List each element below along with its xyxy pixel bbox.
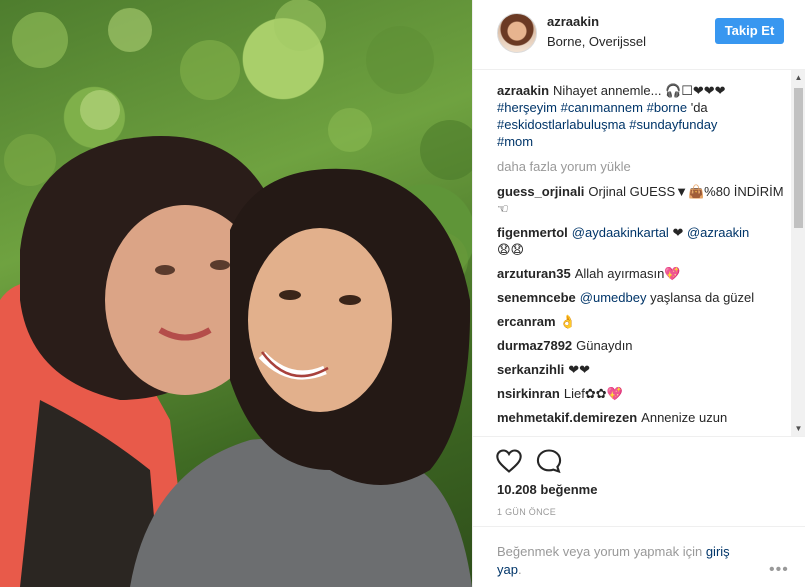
comment-item: arzuturan35 Allah ayırmasın💖	[497, 265, 792, 282]
comment-username[interactable]: arzuturan35	[497, 266, 571, 281]
hashtag[interactable]: #eskidostlarlabuluşma	[497, 117, 626, 132]
comment-username[interactable]: mehmetakif.demirezen	[497, 410, 637, 425]
comment-item: senemncebe @umedbey yaşlansa da güzel	[497, 289, 792, 306]
caption-text: Nihayet annemle... 🎧☐❤❤❤	[553, 83, 726, 98]
comment-mention[interactable]: @umedbey	[580, 290, 647, 305]
login-prompt-suffix: .	[517, 562, 522, 577]
scroll-thumb[interactable]	[794, 88, 803, 228]
likes-count[interactable]: 10.208 beğenme	[497, 482, 597, 497]
caption: azraakin Nihayet annemle... 🎧☐❤❤❤ #herşey…	[497, 82, 792, 150]
post-photo[interactable]	[0, 0, 472, 587]
post-sidebar: azraakin Borne, Overijssel Takip Et azra…	[472, 0, 805, 587]
comments-scrollbar[interactable]: ▲ ▼	[791, 70, 805, 436]
hashtag[interactable]: #mom	[497, 134, 533, 149]
post-timestamp[interactable]: 1 GÜN ÖNCE	[497, 507, 556, 517]
hashtag[interactable]: #sundayfunday	[629, 117, 717, 132]
comment-text: ❤❤	[568, 362, 590, 377]
hashtag[interactable]: #herşeyim	[497, 100, 557, 115]
more-options-icon[interactable]: •••	[769, 561, 789, 579]
comment-item: nsirkinran Lief✿✿💖	[497, 385, 792, 402]
comment-text: Lief✿✿💖	[563, 386, 623, 401]
comment-item: figenmertol @aydaakinkartal ❤ @azraakin 😧…	[497, 224, 792, 258]
comment-username[interactable]: senemncebe	[497, 290, 576, 305]
comment-text-mid: ❤	[668, 225, 687, 240]
comment-username[interactable]: ercanram	[497, 314, 556, 329]
caption-suffix: 'da	[690, 100, 708, 115]
header-username[interactable]: azraakin	[547, 14, 599, 29]
hashtag[interactable]: #borne	[647, 100, 687, 115]
comment-bubble-icon[interactable]	[535, 447, 563, 475]
scroll-down-arrow-icon[interactable]: ▼	[791, 421, 805, 436]
comment-mention[interactable]: @azraakin	[687, 225, 749, 240]
comment-text: yaşlansa da güzel	[650, 290, 755, 305]
header-location[interactable]: Borne, Overijssel	[547, 34, 646, 49]
comment-username[interactable]: nsirkinran	[497, 386, 560, 401]
comment-item: durmaz7892 Günaydın	[497, 337, 792, 354]
comment-text: 👌	[559, 314, 576, 329]
scroll-up-arrow-icon[interactable]: ▲	[791, 70, 805, 85]
instagram-post: azraakin Borne, Overijssel Takip Et azra…	[0, 0, 805, 587]
comment-mention[interactable]: @aydaakinkartal	[572, 225, 669, 240]
comment-text: 😧😧	[497, 242, 525, 257]
follow-button[interactable]: Takip Et	[715, 18, 784, 44]
photo-illustration	[0, 0, 472, 587]
heart-icon[interactable]	[495, 447, 523, 475]
comment-text: Günaydın	[576, 338, 633, 353]
comment-username[interactable]: guess_orjinali	[497, 184, 584, 199]
comment-text: Allah ayırmasın💖	[574, 266, 681, 281]
comment-item: ercanram 👌	[497, 313, 792, 330]
comment-item: guess_orjinali Orjinal GUESS▼👜%80 İNDİRİM…	[497, 183, 792, 217]
comment-item: mehmetakif.demirezen Annenize uzun	[497, 409, 792, 426]
comment-text: Annenize uzun	[641, 410, 728, 425]
login-prompt: Beğenmek veya yorum yapmak için giriş ya…	[497, 543, 747, 579]
login-prompt-text: Beğenmek veya yorum yapmak için	[497, 544, 703, 559]
comment-username[interactable]: serkanzihli	[497, 362, 564, 377]
comment-username[interactable]: durmaz7892	[497, 338, 572, 353]
load-more-comments-button[interactable]: daha fazla yorum yükle	[497, 158, 792, 175]
comments-list: azraakin Nihayet annemle... 🎧☐❤❤❤ #herşey…	[497, 70, 792, 436]
post-header: azraakin Borne, Overijssel Takip Et	[473, 0, 805, 70]
caption-username[interactable]: azraakin	[497, 83, 549, 98]
hashtag[interactable]: #canımannem	[561, 100, 643, 115]
comment-username[interactable]: figenmertol	[497, 225, 568, 240]
comment-item: serkanzihli ❤❤	[497, 361, 792, 378]
avatar[interactable]	[497, 13, 537, 53]
login-prompt-bar: Beğenmek veya yorum yapmak için giriş ya…	[473, 526, 805, 587]
action-bar	[473, 436, 805, 486]
